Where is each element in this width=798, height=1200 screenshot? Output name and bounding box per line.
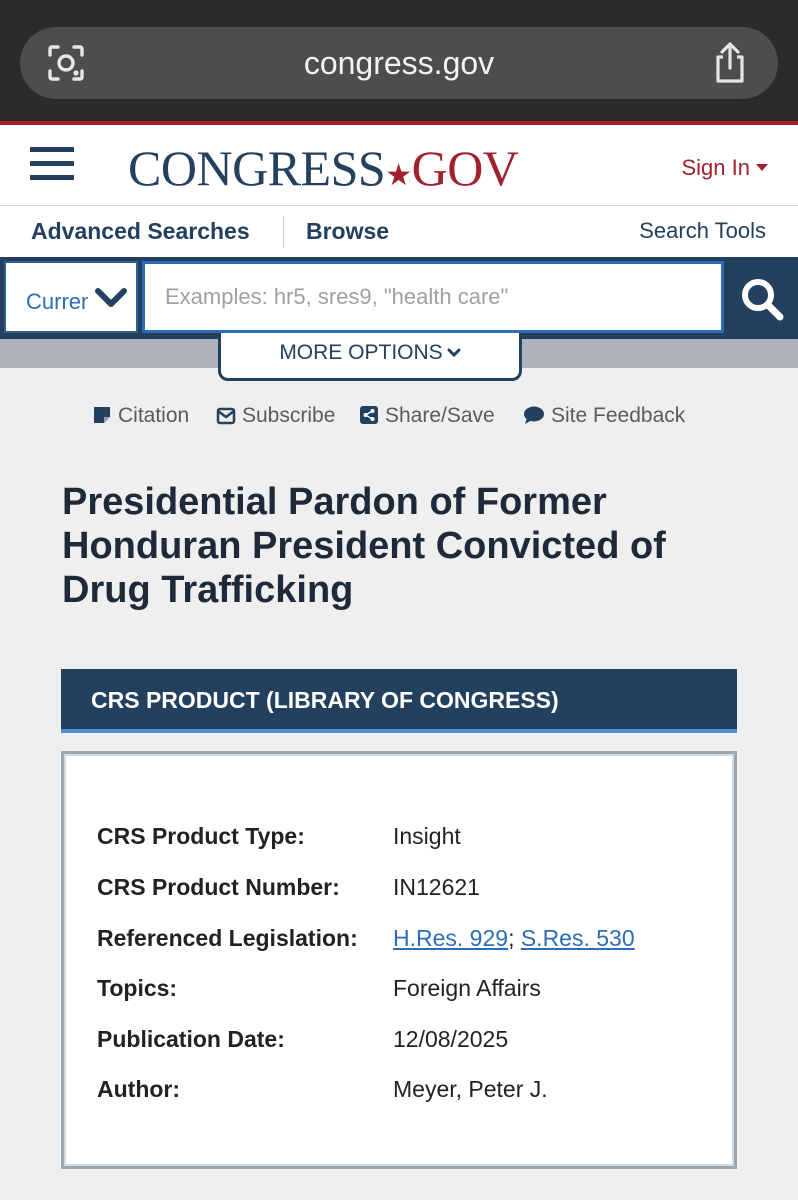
nav-divider bbox=[283, 216, 284, 248]
detail-row-publication-date: Publication Date: 12/08/2025 bbox=[97, 1026, 707, 1056]
share-icon[interactable] bbox=[710, 41, 750, 85]
detail-row-product-type: CRS Product Type: Insight bbox=[97, 823, 707, 853]
detail-row-author: Author: Meyer, Peter J. bbox=[97, 1076, 707, 1106]
publication-date-value: 12/08/2025 bbox=[393, 1026, 509, 1052]
share-icon bbox=[360, 406, 378, 424]
crs-product-header: CRS PRODUCT (LIBRARY OF CONGRESS) bbox=[61, 669, 737, 733]
product-number-value: IN12621 bbox=[393, 874, 480, 900]
address-bar[interactable]: congress.gov bbox=[20, 27, 778, 99]
citation-link[interactable]: Citation bbox=[92, 404, 189, 428]
citation-icon bbox=[94, 407, 110, 423]
site-feedback-link[interactable]: Site Feedback bbox=[523, 404, 685, 428]
search-input-wrapper bbox=[142, 261, 724, 333]
publication-date-label: Publication Date: bbox=[97, 1026, 285, 1052]
search-tools-link[interactable]: Search Tools bbox=[639, 218, 766, 244]
secondary-nav: Advanced Searches Browse Search Tools bbox=[0, 205, 798, 257]
crs-product-header-label: CRS PRODUCT (LIBRARY OF CONGRESS) bbox=[91, 687, 559, 713]
more-options-toggle[interactable]: MORE OPTIONS bbox=[218, 333, 522, 381]
search-button[interactable] bbox=[726, 257, 798, 339]
subscribe-link[interactable]: Subscribe bbox=[216, 404, 335, 428]
advanced-searches-link[interactable]: Advanced Searches bbox=[31, 218, 250, 245]
browser-toolbar: congress.gov bbox=[0, 0, 798, 121]
detail-row-topics: Topics: Foreign Affairs bbox=[97, 975, 707, 1005]
legislation-link-hres-929[interactable]: H.Res. 929 bbox=[393, 925, 508, 951]
topics-label: Topics: bbox=[97, 975, 178, 1001]
browse-link[interactable]: Browse bbox=[306, 218, 389, 245]
caret-down-icon bbox=[756, 164, 768, 171]
more-options-label: MORE OPTIONS bbox=[279, 341, 443, 364]
url-text: congress.gov bbox=[303, 45, 495, 81]
chevron-down-icon bbox=[447, 348, 461, 358]
crs-product-details: CRS Product Type: Insight CRS Product Nu… bbox=[61, 751, 737, 1169]
legislation-value: H.Res. 929; S.Res. 530 bbox=[393, 925, 635, 951]
author-label: Author: bbox=[97, 1076, 181, 1102]
topics-value: Foreign Affairs bbox=[393, 975, 541, 1001]
collection-select[interactable]: Current bbox=[4, 261, 138, 333]
search-input[interactable] bbox=[145, 264, 721, 330]
chevron-down-icon bbox=[94, 285, 128, 311]
author-value: Meyer, Peter J. bbox=[393, 1076, 548, 1102]
site-header: CONGRESS★GOV Sign In bbox=[0, 121, 798, 205]
product-type-label: CRS Product Type: bbox=[97, 823, 305, 849]
sign-in-button[interactable]: Sign In bbox=[682, 155, 768, 181]
product-number-label: CRS Product Number: bbox=[97, 874, 340, 900]
hamburger-menu-icon[interactable] bbox=[30, 147, 74, 183]
detail-row-product-number: CRS Product Number: IN12621 bbox=[97, 874, 707, 904]
congress-gov-logo[interactable]: CONGRESS★GOV bbox=[128, 139, 519, 197]
share-save-link[interactable]: Share/Save bbox=[359, 404, 495, 428]
product-type-value: Insight bbox=[393, 823, 461, 849]
legislation-link-sres-530[interactable]: S.Res. 530 bbox=[521, 925, 635, 951]
page-title: Presidential Pardon of Former Honduran P… bbox=[62, 481, 666, 611]
search-bar: Current bbox=[0, 257, 798, 339]
legislation-label: Referenced Legislation: bbox=[97, 925, 358, 951]
speech-bubble-icon bbox=[524, 406, 544, 424]
detail-row-legislation: Referenced Legislation: H.Res. 929; S.Re… bbox=[97, 925, 707, 955]
search-icon bbox=[742, 279, 784, 321]
envelope-icon bbox=[216, 407, 236, 425]
collection-select-value: Current bbox=[26, 289, 88, 314]
